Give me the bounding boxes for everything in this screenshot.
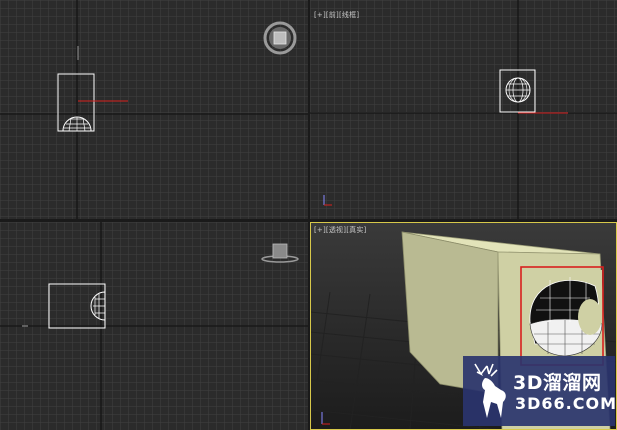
watermark-domain: 3D66.COM [515,394,617,413]
grid-top-right [310,0,617,219]
deer-logo-icon [474,363,506,418]
viewport-top-left[interactable] [0,0,308,219]
viewport-label-perspective[interactable]: [+][透视][真实] [314,225,366,235]
sphere-cutout[interactable] [523,270,603,358]
watermark-badge: 3D溜溜网 3D66.COM [463,356,617,426]
viewport-label-top[interactable]: [+][前][线框] [314,10,359,20]
grid-top-left [0,0,308,219]
max-viewport-layout: [+][前][线框] [+][透视][真实] 3D溜溜网 3D66.COM [0,0,617,430]
viewcube-icon[interactable] [263,21,297,55]
viewport-perspective[interactable]: [+][透视][真实] 3D溜溜网 3D66.COM [310,222,617,430]
viewport-divider-horizontal[interactable] [0,219,617,222]
watermark-brand: 3D溜溜网 [513,372,602,394]
viewport-bottom-left[interactable] [0,222,308,430]
viewport-top-right[interactable]: [+][前][线框] [310,0,617,219]
grid-bottom-left [0,222,308,430]
viewport-divider-vertical[interactable] [308,0,310,430]
